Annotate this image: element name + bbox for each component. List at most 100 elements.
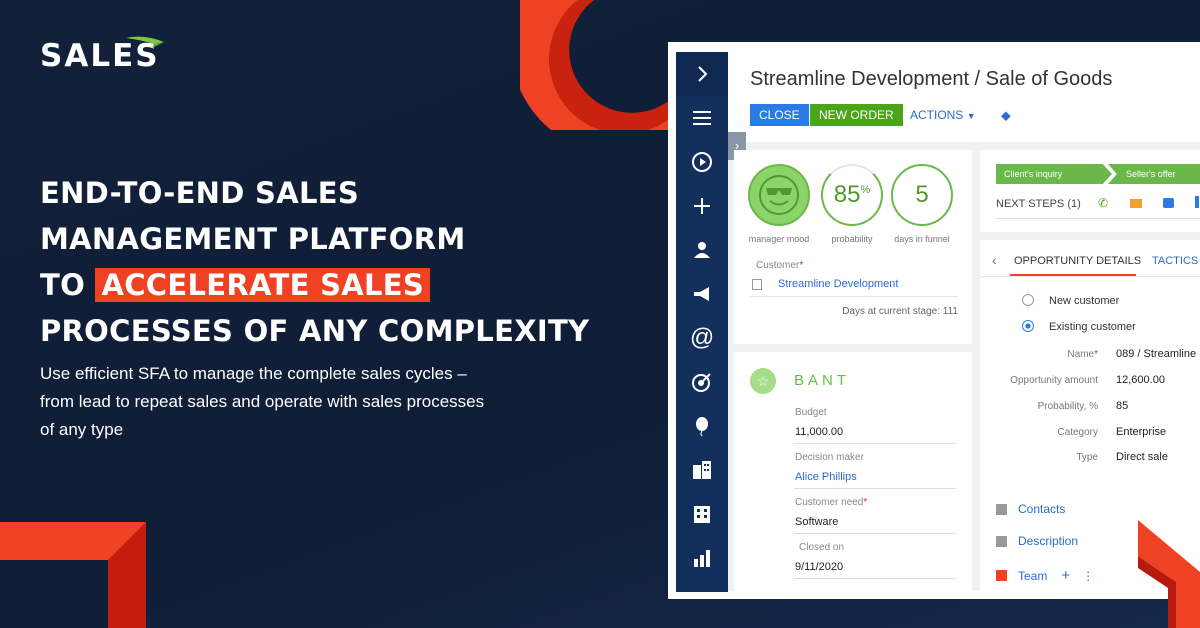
app-window: @ Streamline Development / Sale of Goods… xyxy=(668,42,1200,599)
phone-icon[interactable]: ✆ xyxy=(1098,196,1108,210)
logo: SALES xyxy=(40,36,166,74)
menu-icon[interactable] xyxy=(676,96,728,140)
decision-underline xyxy=(794,488,956,489)
page-header: Streamline Development / Sale of Goods C… xyxy=(728,52,1200,142)
probability-indicator: 85% xyxy=(821,164,883,226)
chart-icon[interactable] xyxy=(676,536,728,580)
bant-card: ☆ BANT Budget 11,000.00 Decision maker A… xyxy=(734,352,972,592)
next-steps-underline xyxy=(996,218,1200,219)
stage-sellers-offer[interactable]: Seller's offer xyxy=(1108,164,1200,184)
subtitle-line-2: from lead to repeat sales and operate wi… xyxy=(40,392,485,411)
collapse-square-icon xyxy=(996,503,1007,515)
probability-value: 85 xyxy=(833,181,861,208)
probability-field-label: Probability, % xyxy=(1037,401,1098,412)
customer-label: Customer* xyxy=(756,260,804,271)
radio-existing-customer[interactable] xyxy=(1022,320,1034,332)
smiley-sunglasses-icon xyxy=(759,175,799,215)
hero-headline: END-TO-END SALES MANAGEMENT PLATFORM TO … xyxy=(40,170,589,354)
headline-highlight: ACCELERATE SALES xyxy=(95,268,431,302)
decision-maker-link[interactable]: Alice Phillips xyxy=(795,471,857,483)
budget-underline xyxy=(794,443,956,444)
headline-line-2: MANAGEMENT PLATFORM xyxy=(40,222,466,256)
customer-link[interactable]: Streamline Development xyxy=(778,278,898,290)
days-value: 5 xyxy=(915,181,929,208)
contacts-section[interactable]: Contacts xyxy=(996,502,1065,516)
bant-title: BANT xyxy=(794,372,851,389)
expand-square-icon xyxy=(996,570,1007,581)
headline-line-1: END-TO-END SALES xyxy=(40,176,360,210)
customer-need-value[interactable]: Software xyxy=(795,516,838,528)
amount-value[interactable]: 12,600.00 xyxy=(1116,374,1165,386)
budget-label: Budget xyxy=(795,407,827,418)
at-icon[interactable]: @ xyxy=(676,316,728,360)
headline-line-3-prefix: TO xyxy=(40,268,86,302)
hero-subtitle: Use efficient SFA to manage the complete… xyxy=(40,360,520,444)
amount-label: Opportunity amount xyxy=(1010,375,1098,386)
type-label: Type xyxy=(1076,452,1098,463)
tab-tactics[interactable]: TACTICS A xyxy=(1152,255,1200,267)
name-value[interactable]: 089 / Streamline xyxy=(1116,348,1196,360)
email-icon[interactable] xyxy=(1130,199,1142,208)
page-title: Streamline Development / Sale of Goods xyxy=(750,68,1113,90)
manager-mood-indicator xyxy=(748,164,810,226)
budget-value[interactable]: 11,000.00 xyxy=(795,426,843,438)
plus-icon[interactable] xyxy=(676,184,728,228)
actions-button[interactable]: ACTIONS ▼ xyxy=(902,104,984,126)
balloon-icon[interactable] xyxy=(676,404,728,448)
description-section[interactable]: Description xyxy=(996,534,1078,548)
close-button[interactable]: CLOSE xyxy=(750,104,809,126)
user-icon[interactable] xyxy=(676,228,728,272)
existing-customer-label: Existing customer xyxy=(1049,321,1136,333)
manager-mood-label: manager mood xyxy=(748,234,810,244)
sidebar: @ xyxy=(676,52,728,592)
megaphone-icon[interactable] xyxy=(676,272,728,316)
days-in-funnel-label: days in funnel xyxy=(894,234,950,244)
stages-card: Client's inquiry Seller's offer NEXT STE… xyxy=(980,150,1200,232)
subtitle-line-3: of any type xyxy=(40,420,124,439)
building-icon[interactable] xyxy=(676,492,728,536)
decor-bottom-right-chevron xyxy=(1138,520,1200,628)
closed-on-value[interactable]: 9/11/2020 xyxy=(795,561,843,573)
need-underline xyxy=(794,533,956,534)
radio-new-customer[interactable] xyxy=(1022,294,1034,306)
stage-clients-inquiry[interactable]: Client's inquiry xyxy=(996,164,1112,184)
tag-icon[interactable]: ⬥ xyxy=(992,104,1020,126)
target-icon[interactable] xyxy=(676,360,728,404)
metrics-card: manager mood 85% probability 5 days in f… xyxy=(734,150,972,344)
probability-label: probability xyxy=(831,234,873,244)
chat-icon[interactable] xyxy=(1163,198,1174,208)
add-team-icon[interactable]: + xyxy=(1061,567,1070,584)
next-steps-tab[interactable]: NEXT STEPS (1) xyxy=(996,198,1081,210)
building-small-icon xyxy=(752,279,762,290)
more-options-icon[interactable]: ⋮ xyxy=(1082,569,1094,583)
decision-maker-label: Decision maker xyxy=(795,452,864,463)
category-label: Category xyxy=(1057,427,1098,438)
headline-line-4: PROCESSES OF ANY COMPLEXITY xyxy=(40,314,590,348)
flag-icon[interactable] xyxy=(1195,196,1199,208)
bant-star-icon: ☆ xyxy=(750,368,776,394)
subtitle-line-1: Use efficient SFA to manage the complete… xyxy=(40,364,467,383)
caret-down-icon: ▼ xyxy=(966,111,976,121)
main-content: Streamline Development / Sale of Goods C… xyxy=(728,52,1200,592)
customer-divider xyxy=(750,296,958,297)
probability-field-value[interactable]: 85 xyxy=(1116,400,1128,412)
days-at-stage: Days at current stage: 111 xyxy=(842,306,958,317)
days-in-funnel-indicator: 5 xyxy=(891,164,953,226)
new-customer-label: New customer xyxy=(1049,295,1120,307)
closed-on-label: Closed on xyxy=(799,542,845,553)
chevron-left-icon[interactable]: ‹ xyxy=(992,252,997,268)
customer-need-label: Customer need* xyxy=(795,497,868,508)
buildings-icon[interactable] xyxy=(676,448,728,492)
category-value[interactable]: Enterprise xyxy=(1116,426,1166,438)
new-order-button[interactable]: NEW ORDER xyxy=(810,104,903,126)
chevron-right-icon[interactable] xyxy=(676,52,728,96)
tab-opportunity-details[interactable]: OPPORTUNITY DETAILS xyxy=(1014,255,1141,267)
type-value[interactable]: Direct sale xyxy=(1116,451,1168,463)
team-section[interactable]: Team + ⋮ xyxy=(996,567,1094,584)
closed-underline xyxy=(794,578,956,579)
logo-swoosh-icon xyxy=(125,36,164,48)
play-icon[interactable] xyxy=(676,140,728,184)
actions-label: ACTIONS xyxy=(910,108,964,122)
collapse-square-icon xyxy=(996,535,1007,547)
tabs-divider xyxy=(980,276,1200,277)
